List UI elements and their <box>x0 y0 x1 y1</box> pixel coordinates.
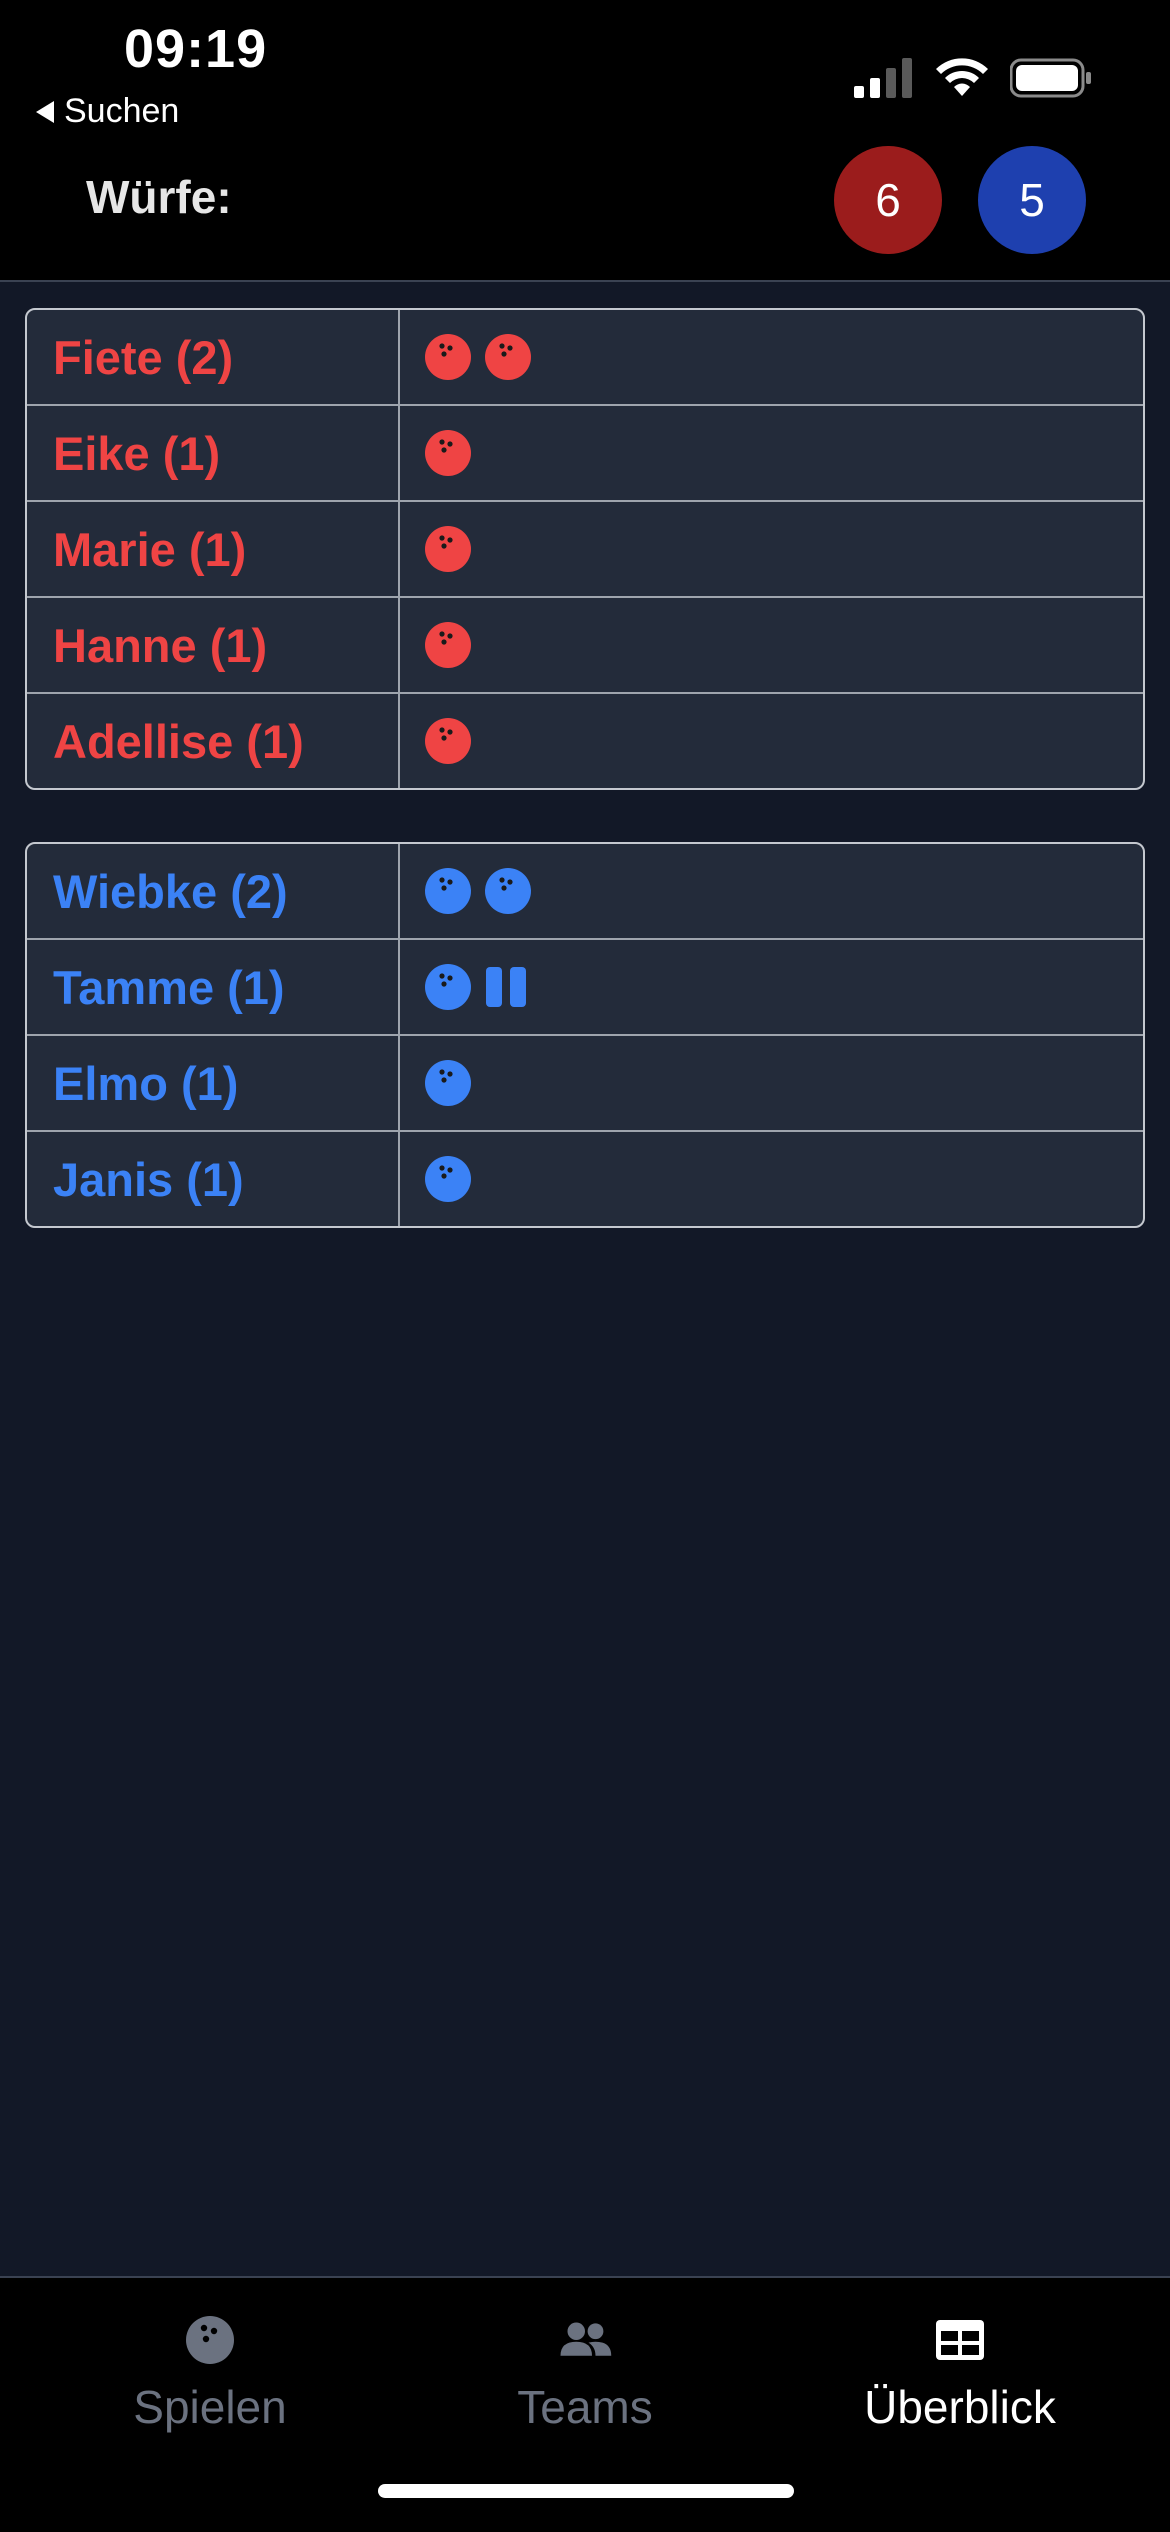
player-name: Tamme (1) <box>27 940 400 1034</box>
tab-teams[interactable]: Teams <box>390 2278 780 2478</box>
player-throws <box>400 844 1143 938</box>
player-throws <box>400 1132 1143 1226</box>
home-indicator <box>378 2484 794 2498</box>
player-throws <box>400 694 1143 788</box>
player-name: Eike (1) <box>27 406 400 500</box>
blue-team-table: Wiebke (2) Tamme (1) Elmo (1) Janis (1) <box>25 842 1145 1228</box>
player-throws <box>400 598 1143 692</box>
player-throws <box>400 502 1143 596</box>
tab-label: Überblick <box>864 2381 1056 2433</box>
player-row[interactable]: Wiebke (2) <box>27 844 1143 940</box>
status-bar: 09:19 Suchen Würfe: 6 5 <box>0 0 1170 282</box>
back-link-label: Suchen <box>64 92 180 130</box>
player-name: Janis (1) <box>27 1132 400 1226</box>
bowling-ball-icon <box>425 334 471 380</box>
back-to-search-link[interactable]: Suchen <box>36 92 179 131</box>
bowling-ball-icon <box>425 1060 471 1106</box>
bowling-ball-icon <box>425 868 471 914</box>
table-icon <box>936 2320 984 2360</box>
bowling-ball-icon <box>485 868 531 914</box>
player-row[interactable]: Hanne (1) <box>27 598 1143 694</box>
player-throws <box>400 406 1143 500</box>
bowling-ball-icon <box>425 964 471 1010</box>
users-icon <box>560 2322 612 2356</box>
player-name: Adellise (1) <box>27 694 400 788</box>
bowling-ball-icon <box>425 718 471 764</box>
bowling-ball-icon <box>425 622 471 668</box>
red-score-badge: 6 <box>834 146 942 254</box>
bowling-ball-icon <box>425 1156 471 1202</box>
player-name: Marie (1) <box>27 502 400 596</box>
tab-label: Teams <box>517 2381 653 2433</box>
red-team-table: Fiete (2) Eike (1) Marie (1) Hanne (1) Adell… <box>25 308 1145 790</box>
player-row[interactable]: Adellise (1) <box>27 694 1143 788</box>
player-name: Hanne (1) <box>27 598 400 692</box>
throws-label: Würfe: <box>86 171 232 223</box>
player-row[interactable]: Eike (1) <box>27 406 1143 502</box>
player-name: Fiete (2) <box>27 310 400 404</box>
pause-icon <box>486 967 526 1007</box>
player-row[interactable]: Tamme (1) <box>27 940 1143 1036</box>
bowling-ball-icon <box>186 2316 234 2364</box>
battery-icon <box>1010 58 1091 98</box>
tab-spielen[interactable]: Spielen <box>15 2278 405 2478</box>
bowling-ball-icon <box>425 430 471 476</box>
player-row[interactable]: Fiete (2) <box>27 310 1143 406</box>
tab-label: Spielen <box>133 2381 287 2433</box>
blue-score-badge: 5 <box>978 146 1086 254</box>
player-throws <box>400 310 1143 404</box>
player-row[interactable]: Marie (1) <box>27 502 1143 598</box>
player-name: Elmo (1) <box>27 1036 400 1130</box>
wifi-icon <box>936 58 988 96</box>
back-arrow-icon <box>36 100 54 123</box>
bowling-ball-icon <box>425 526 471 572</box>
player-row[interactable]: Elmo (1) <box>27 1036 1143 1132</box>
clock: 09:19 <box>124 19 268 79</box>
tab-ueberblick[interactable]: Überblick <box>765 2278 1155 2478</box>
player-throws <box>400 1036 1143 1130</box>
bowling-ball-icon <box>485 334 531 380</box>
cellular-signal-icon <box>854 58 912 98</box>
player-row[interactable]: Janis (1) <box>27 1132 1143 1226</box>
player-name: Wiebke (2) <box>27 844 400 938</box>
player-throws <box>400 940 1143 1034</box>
